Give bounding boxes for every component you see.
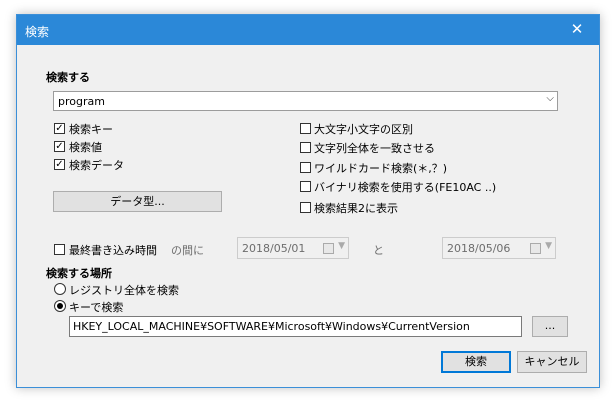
search-data-label[interactable]: 検索データ	[69, 157, 124, 173]
case-sensitive-checkbox[interactable]	[300, 123, 311, 134]
window-title: 検索	[25, 25, 50, 39]
by-key-label[interactable]: キーで検索	[69, 299, 123, 315]
search-query-combobox[interactable]: program ⌵	[53, 91, 558, 111]
between-label: の間に	[171, 244, 204, 257]
browse-button[interactable]: ...	[532, 316, 568, 337]
and-label: と	[373, 244, 384, 257]
last-write-label[interactable]: 最終書き込み時間	[69, 242, 157, 258]
close-button[interactable]: ✕	[555, 15, 599, 45]
chevron-down-icon: ▼	[338, 241, 345, 251]
chevron-down-icon[interactable]: ⌵	[546, 93, 554, 104]
last-write-checkbox[interactable]	[54, 244, 65, 255]
case-sensitive-label[interactable]: 大文字小文字の区別	[314, 121, 413, 137]
search-data-checkbox[interactable]: ✓	[54, 159, 65, 170]
calendar-icon	[323, 243, 334, 254]
whole-registry-label[interactable]: レジストリ全体を検索	[69, 282, 179, 298]
data-type-button[interactable]: データ型...	[53, 191, 222, 212]
from-date-picker[interactable]: 2018/05/01 ▼	[237, 237, 349, 259]
cancel-button[interactable]: キャンセル	[517, 351, 587, 373]
key-path-value: HKEY_LOCAL_MACHINE¥SOFTWARE¥Microsoft¥Wi…	[73, 320, 470, 333]
whole-string-label[interactable]: 文字列全体を一致させる	[314, 140, 435, 156]
key-path-input[interactable]: HKEY_LOCAL_MACHINE¥SOFTWARE¥Microsoft¥Wi…	[69, 316, 522, 337]
title-bar: 検索 ✕	[17, 15, 599, 45]
to-date-value: 2018/05/06	[447, 242, 511, 255]
calendar-icon	[530, 243, 541, 254]
by-key-radio[interactable]	[54, 300, 66, 312]
search-button[interactable]: 検索	[441, 351, 511, 373]
search-value-label[interactable]: 検索値	[69, 139, 102, 155]
search-key-checkbox[interactable]: ✓	[54, 123, 65, 134]
search-label: 検索する	[46, 71, 90, 84]
show-results-2-label[interactable]: 検索結果2に表示	[314, 200, 398, 216]
show-results-2-checkbox[interactable]	[300, 202, 311, 213]
search-value-checkbox[interactable]: ✓	[54, 141, 65, 152]
search-query-value: program	[58, 95, 105, 108]
binary-search-checkbox[interactable]	[300, 181, 311, 192]
whole-registry-radio[interactable]	[54, 283, 66, 295]
to-date-picker[interactable]: 2018/05/06 ▼	[442, 237, 556, 259]
search-key-label[interactable]: 検索キー	[69, 121, 113, 137]
chevron-down-icon: ▼	[545, 241, 552, 251]
location-label: 検索する場所	[46, 267, 112, 280]
binary-search-label[interactable]: バイナリ検索を使用する(FE10AC ..)	[314, 179, 496, 195]
wildcard-label[interactable]: ワイルドカード検索(＊,？)	[314, 160, 447, 176]
wildcard-checkbox[interactable]	[300, 162, 311, 173]
from-date-value: 2018/05/01	[242, 242, 306, 255]
search-dialog: 検索 ✕ 検索する program ⌵ ✓ 検索キー ✓ 検索値 ✓ 検索データ…	[16, 14, 600, 388]
whole-string-checkbox[interactable]	[300, 142, 311, 153]
